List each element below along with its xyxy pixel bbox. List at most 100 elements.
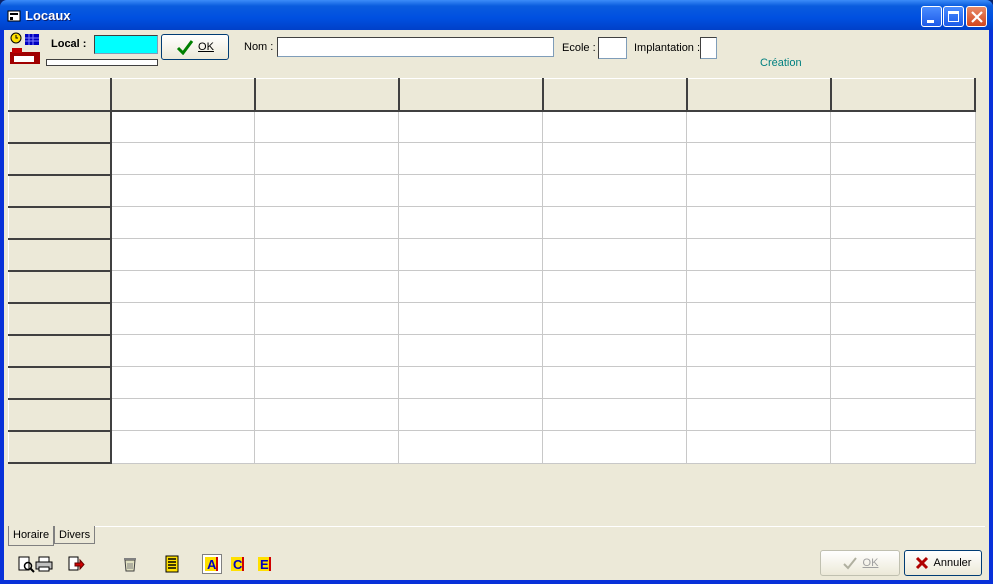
grid-cell[interactable] (398, 174, 544, 208)
grid-column-header[interactable] (542, 77, 688, 112)
grid-cell[interactable] (830, 174, 976, 208)
close-button[interactable] (966, 6, 987, 27)
tab-divers[interactable]: Divers (54, 526, 96, 544)
grid-cell[interactable] (109, 206, 256, 240)
grid-cell[interactable] (686, 334, 832, 368)
title-bar[interactable]: Locaux (0, 0, 993, 30)
recycle-icon[interactable] (120, 554, 140, 574)
grid-cell[interactable] (109, 302, 256, 336)
grid-cell[interactable] (254, 302, 400, 336)
grid-row-header[interactable] (8, 238, 112, 272)
grid-cell[interactable] (542, 334, 688, 368)
grid-cell[interactable] (398, 430, 544, 464)
grid-column-header[interactable] (686, 77, 832, 112)
grid-row-header[interactable] (8, 110, 112, 144)
grid-cell[interactable] (830, 430, 976, 464)
grid-cell[interactable] (254, 206, 400, 240)
grid-cell[interactable] (686, 430, 832, 464)
grid-cell[interactable] (398, 398, 544, 432)
grid-cell[interactable] (542, 110, 688, 144)
export-icon[interactable] (66, 554, 86, 574)
grid-cell[interactable] (109, 398, 256, 432)
grid-cell[interactable] (830, 270, 976, 304)
grid-column-header[interactable] (398, 77, 544, 112)
grid-cell[interactable] (830, 366, 976, 400)
grid-cell[interactable] (686, 110, 832, 144)
grid-cell[interactable] (542, 366, 688, 400)
grid-cell[interactable] (542, 302, 688, 336)
grid-cell[interactable] (686, 174, 832, 208)
minimize-button[interactable] (921, 6, 942, 27)
grid-row-header[interactable] (8, 206, 112, 240)
grid-cell[interactable] (398, 270, 544, 304)
grid-cell[interactable] (398, 206, 544, 240)
grid-column-header[interactable] (109, 77, 256, 112)
grid-cell[interactable] (254, 238, 400, 272)
list-icon[interactable] (162, 554, 182, 574)
grid-cell[interactable] (686, 398, 832, 432)
grid-cell[interactable] (830, 238, 976, 272)
tab-horaire[interactable]: Horaire (8, 526, 55, 546)
grid-cell[interactable] (398, 238, 544, 272)
grid-cell[interactable] (254, 334, 400, 368)
nom-input[interactable] (277, 37, 554, 57)
grid-column-header[interactable] (254, 77, 400, 112)
grid-cell[interactable] (254, 270, 400, 304)
grid-cell[interactable] (830, 206, 976, 240)
grid-cell[interactable] (109, 238, 256, 272)
local-ok-button[interactable]: OK (161, 34, 229, 60)
grid-column-header[interactable] (830, 77, 977, 112)
grid-cell[interactable] (542, 398, 688, 432)
grid-cell[interactable] (398, 110, 544, 144)
ok-button-disabled[interactable]: OK (820, 550, 900, 576)
grid-cell[interactable] (254, 366, 400, 400)
grid-cell[interactable] (254, 174, 400, 208)
print-icon[interactable] (34, 554, 54, 574)
grid-cell[interactable] (542, 206, 688, 240)
grid-row-header[interactable] (8, 270, 112, 304)
grid-cell[interactable] (830, 302, 976, 336)
schedule-grid[interactable] (8, 77, 977, 465)
ecole-input[interactable] (598, 37, 627, 59)
grid-row-header[interactable] (8, 302, 112, 336)
grid-cell[interactable] (542, 174, 688, 208)
local-input[interactable] (94, 35, 158, 54)
grid-cell[interactable] (109, 334, 256, 368)
grid-cell[interactable] (109, 430, 256, 464)
grid-row-header[interactable] (8, 174, 112, 208)
letter-c-icon[interactable]: C (228, 554, 248, 574)
grid-cell[interactable] (398, 302, 544, 336)
letter-e-icon[interactable]: E (255, 554, 275, 574)
grid-cell[interactable] (686, 270, 832, 304)
grid-cell[interactable] (398, 142, 544, 176)
grid-cell[interactable] (109, 142, 256, 176)
grid-cell[interactable] (542, 430, 688, 464)
implantation-input[interactable] (700, 37, 717, 59)
preview-icon[interactable] (16, 554, 36, 574)
grid-row-header[interactable] (8, 334, 112, 368)
cancel-button[interactable]: Annuler (904, 550, 982, 576)
grid-cell[interactable] (109, 270, 256, 304)
grid-cell[interactable] (542, 142, 688, 176)
grid-cell[interactable] (686, 302, 832, 336)
grid-cell[interactable] (542, 270, 688, 304)
grid-row-header[interactable] (8, 366, 112, 400)
grid-cell[interactable] (398, 366, 544, 400)
grid-cell[interactable] (254, 398, 400, 432)
grid-cell[interactable] (686, 206, 832, 240)
grid-row-header[interactable] (8, 430, 112, 465)
grid-row-header[interactable] (8, 398, 112, 432)
grid-cell[interactable] (542, 238, 688, 272)
grid-cell[interactable] (830, 334, 976, 368)
grid-cell[interactable] (686, 142, 832, 176)
grid-cell[interactable] (398, 334, 544, 368)
maximize-button[interactable] (943, 6, 964, 27)
grid-cell[interactable] (254, 142, 400, 176)
grid-cell[interactable] (830, 110, 976, 144)
grid-cell[interactable] (830, 398, 976, 432)
grid-row-header[interactable] (8, 142, 112, 176)
letter-a-icon[interactable]: A (202, 554, 222, 574)
grid-cell[interactable] (109, 366, 256, 400)
grid-cell[interactable] (254, 430, 400, 464)
grid-cell[interactable] (686, 238, 832, 272)
